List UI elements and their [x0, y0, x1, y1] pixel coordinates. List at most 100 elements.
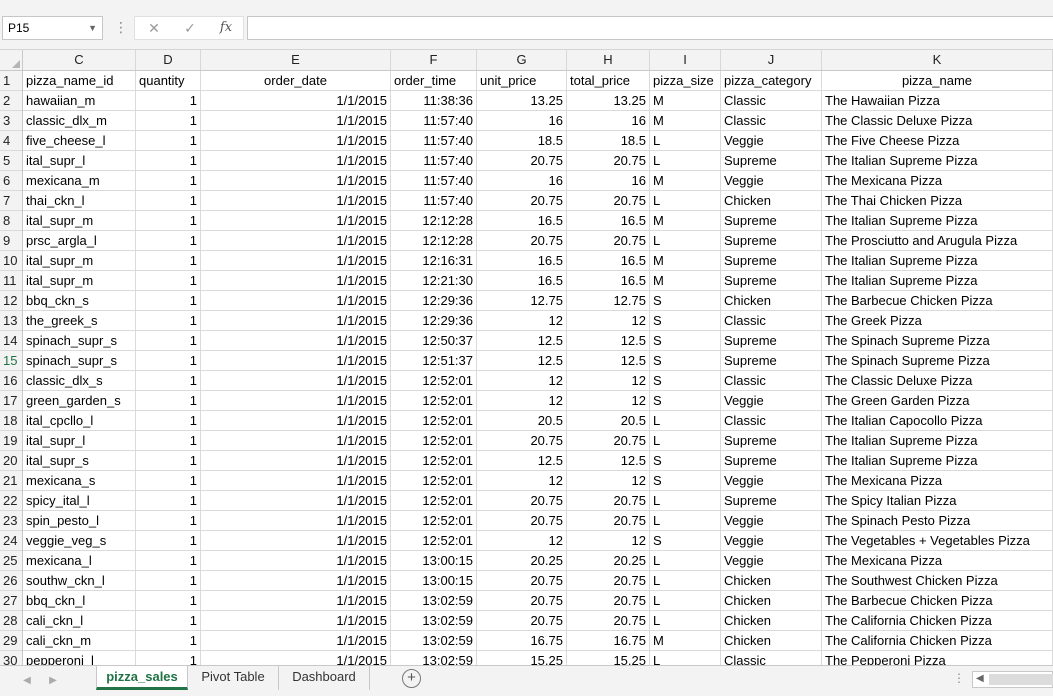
- cell-d[interactable]: 1: [136, 151, 201, 171]
- row-header[interactable]: 15: [0, 351, 22, 371]
- cell-h[interactable]: 20.75: [567, 591, 650, 611]
- cell-k[interactable]: The Mexicana Pizza: [822, 471, 1053, 491]
- cell-g[interactable]: 20.75: [477, 231, 567, 251]
- cell-c[interactable]: mexicana_l: [23, 551, 136, 571]
- cell-g[interactable]: 20.75: [477, 431, 567, 451]
- cell-g[interactable]: 12.5: [477, 451, 567, 471]
- cell-i[interactable]: M: [650, 271, 721, 291]
- cell-c[interactable]: ital_supr_l: [23, 151, 136, 171]
- cell-g[interactable]: 12.5: [477, 331, 567, 351]
- cell-k[interactable]: The Hawaiian Pizza: [822, 91, 1053, 111]
- cell-g[interactable]: 16.75: [477, 631, 567, 651]
- cell-f[interactable]: 12:52:01: [391, 431, 477, 451]
- cell-h[interactable]: 20.75: [567, 151, 650, 171]
- cell-k[interactable]: The Spinach Pesto Pizza: [822, 511, 1053, 531]
- cell-i[interactable]: M: [650, 111, 721, 131]
- row-header[interactable]: 26: [0, 571, 22, 591]
- cell-h[interactable]: 20.75: [567, 231, 650, 251]
- cell-c[interactable]: classic_dlx_m: [23, 111, 136, 131]
- row-header[interactable]: 16: [0, 371, 22, 391]
- cell-h[interactable]: 16: [567, 171, 650, 191]
- cell-j[interactable]: Veggie: [721, 131, 822, 151]
- row-header[interactable]: 20: [0, 451, 22, 471]
- cell-i[interactable]: S: [650, 351, 721, 371]
- header-cell-order-time[interactable]: order_time: [391, 71, 477, 91]
- cell-i[interactable]: L: [650, 591, 721, 611]
- cell-d[interactable]: 1: [136, 191, 201, 211]
- cell-e[interactable]: 1/1/2015: [201, 91, 391, 111]
- cell-h[interactable]: 12.5: [567, 331, 650, 351]
- cell-e[interactable]: 1/1/2015: [201, 311, 391, 331]
- cell-k[interactable]: The Prosciutto and Arugula Pizza: [822, 231, 1053, 251]
- cell-g[interactable]: 16.5: [477, 271, 567, 291]
- row-header[interactable]: 6: [0, 171, 22, 191]
- cell-e[interactable]: 1/1/2015: [201, 431, 391, 451]
- cell-d[interactable]: 1: [136, 431, 201, 451]
- header-cell-total-price[interactable]: total_price: [567, 71, 650, 91]
- cell-k[interactable]: The Barbecue Chicken Pizza: [822, 591, 1053, 611]
- cell-k[interactable]: The Mexicana Pizza: [822, 171, 1053, 191]
- cell-j[interactable]: Classic: [721, 411, 822, 431]
- header-cell-pizza-category[interactable]: pizza_category: [721, 71, 822, 91]
- cell-g[interactable]: 12: [477, 531, 567, 551]
- cell-f[interactable]: 12:52:01: [391, 451, 477, 471]
- cell-i[interactable]: L: [650, 611, 721, 631]
- cell-e[interactable]: 1/1/2015: [201, 231, 391, 251]
- cell-j[interactable]: Chicken: [721, 591, 822, 611]
- row-header[interactable]: 11: [0, 271, 22, 291]
- row-header[interactable]: 28: [0, 611, 22, 631]
- cell-j[interactable]: Chicken: [721, 191, 822, 211]
- cell-g[interactable]: 20.75: [477, 511, 567, 531]
- cell-d[interactable]: 1: [136, 551, 201, 571]
- cell-f[interactable]: 12:29:36: [391, 291, 477, 311]
- row-header[interactable]: 3: [0, 111, 22, 131]
- cell-c[interactable]: ital_supr_m: [23, 271, 136, 291]
- cell-d[interactable]: 1: [136, 131, 201, 151]
- column-header-k[interactable]: K: [822, 50, 1053, 70]
- cell-d[interactable]: 1: [136, 291, 201, 311]
- cell-k[interactable]: The Southwest Chicken Pizza: [822, 571, 1053, 591]
- cell-i[interactable]: S: [650, 391, 721, 411]
- row-header[interactable]: 1: [0, 71, 22, 91]
- sheet-tab-dashboard[interactable]: Dashboard: [279, 666, 370, 690]
- cell-i[interactable]: S: [650, 471, 721, 491]
- cell-g[interactable]: 20.75: [477, 591, 567, 611]
- cell-e[interactable]: 1/1/2015: [201, 591, 391, 611]
- column-header-e[interactable]: E: [201, 50, 391, 70]
- cell-f[interactable]: 12:52:01: [391, 491, 477, 511]
- cell-k[interactable]: The Italian Supreme Pizza: [822, 151, 1053, 171]
- cell-c[interactable]: ital_supr_l: [23, 431, 136, 451]
- cell-d[interactable]: 1: [136, 351, 201, 371]
- cell-g[interactable]: 20.75: [477, 491, 567, 511]
- cell-c[interactable]: prsc_argla_l: [23, 231, 136, 251]
- cell-f[interactable]: 11:57:40: [391, 171, 477, 191]
- cell-j[interactable]: Supreme: [721, 451, 822, 471]
- cell-e[interactable]: 1/1/2015: [201, 111, 391, 131]
- cell-h[interactable]: 18.5: [567, 131, 650, 151]
- cell-c[interactable]: five_cheese_l: [23, 131, 136, 151]
- header-cell-order-date[interactable]: order_date: [201, 71, 391, 91]
- cell-c[interactable]: cali_ckn_m: [23, 631, 136, 651]
- cell-j[interactable]: Supreme: [721, 251, 822, 271]
- row-header[interactable]: 25: [0, 551, 22, 571]
- cell-e[interactable]: 1/1/2015: [201, 531, 391, 551]
- row-header[interactable]: 21: [0, 471, 22, 491]
- cell-g[interactable]: 18.5: [477, 131, 567, 151]
- cell-f[interactable]: 13:02:59: [391, 591, 477, 611]
- cell-g[interactable]: 12: [477, 471, 567, 491]
- cell-f[interactable]: 13:02:59: [391, 631, 477, 651]
- formula-input[interactable]: [247, 16, 1053, 40]
- cell-f[interactable]: 12:52:01: [391, 511, 477, 531]
- row-header[interactable]: 18: [0, 411, 22, 431]
- cell-g[interactable]: 12: [477, 391, 567, 411]
- cell-e[interactable]: 1/1/2015: [201, 471, 391, 491]
- cell-f[interactable]: 12:16:31: [391, 251, 477, 271]
- cell-c[interactable]: mexicana_m: [23, 171, 136, 191]
- header-cell-pizza-name-id[interactable]: pizza_name_id: [23, 71, 136, 91]
- cell-d[interactable]: 1: [136, 531, 201, 551]
- cell-g[interactable]: 16: [477, 171, 567, 191]
- row-header[interactable]: 13: [0, 311, 22, 331]
- checkmark-icon[interactable]: ✓: [177, 17, 203, 39]
- cell-e[interactable]: 1/1/2015: [201, 411, 391, 431]
- row-header[interactable]: 7: [0, 191, 22, 211]
